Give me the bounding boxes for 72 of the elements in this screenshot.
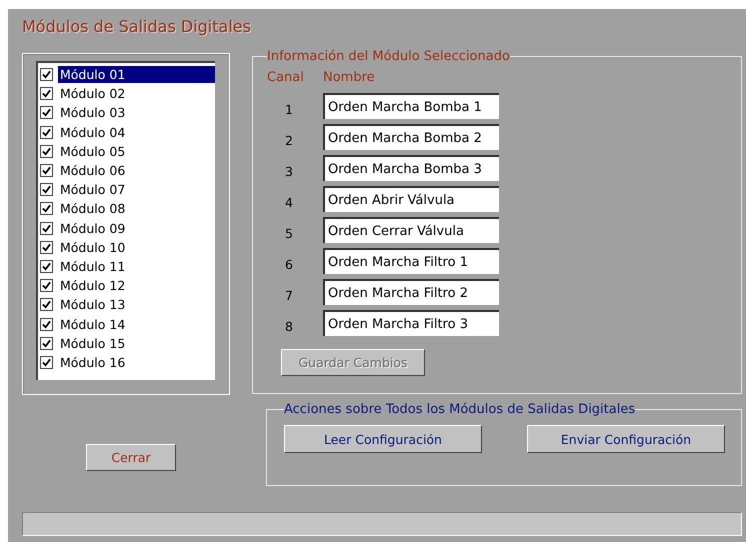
action-button[interactable]: Leer Configuración	[284, 425, 482, 453]
channel-name-field[interactable]: Orden Marcha Bomba 2	[323, 124, 499, 150]
checkbox[interactable]	[40, 144, 53, 158]
module-item[interactable]: Módulo 12	[38, 276, 215, 296]
checkbox[interactable]	[40, 336, 53, 350]
channel-number: 8	[284, 318, 294, 334]
module-label: Módulo 08	[59, 200, 126, 218]
module-item[interactable]: Módulo 11	[38, 256, 215, 276]
checkbox[interactable]	[40, 318, 53, 331]
channel-number: 4	[284, 194, 294, 210]
module-label: Módulo 05	[59, 142, 126, 160]
channel-name-field[interactable]: Orden Marcha Bomba 3	[323, 155, 499, 181]
module-label: Módulo 09	[59, 220, 126, 237]
module-item[interactable]: Módulo 14	[38, 314, 215, 334]
module-item[interactable]: Módulo 03	[38, 103, 215, 123]
column-header: Nombre	[323, 70, 376, 87]
module-label: Módulo 01	[58, 66, 215, 84]
checkbox[interactable]	[40, 68, 53, 82]
module-item[interactable]: Módulo 07	[38, 180, 215, 200]
group-title: Información del Módulo Seleccionado	[267, 49, 510, 64]
module-item[interactable]: Módulo 06	[38, 160, 215, 180]
module-label: Módulo 11	[59, 258, 126, 275]
module-label: Módulo 14	[59, 316, 126, 333]
module-label: Módulo 13	[59, 296, 126, 314]
module-item[interactable]: Módulo 01	[38, 65, 215, 84]
module-label: Módulo 16	[59, 354, 126, 371]
channel-name-field[interactable]: Orden Marcha Filtro 1	[323, 248, 499, 274]
module-label: Módulo 06	[59, 162, 126, 180]
module-label: Módulo 02	[59, 85, 126, 102]
channel-number: 6	[284, 256, 294, 272]
action-button[interactable]: Enviar Configuración	[527, 425, 725, 453]
checkbox[interactable]	[40, 260, 53, 273]
channel-name-field[interactable]: Orden Cerrar Válvula	[323, 217, 499, 243]
module-item[interactable]: Módulo 08	[38, 199, 215, 218]
channel-number: 7	[284, 286, 294, 302]
channel-name-field[interactable]: Orden Marcha Bomba 1	[323, 93, 499, 119]
channel-number: 2	[284, 132, 294, 148]
checkbox[interactable]	[40, 126, 53, 139]
channel-name-field[interactable]: Orden Abrir Válvula	[323, 186, 499, 212]
checkbox[interactable]	[40, 183, 53, 196]
module-item[interactable]: Módulo 15	[38, 334, 215, 353]
group-title: Acciones sobre Todos los Módulos de Salidas Digitales	[284, 402, 636, 417]
checkbox[interactable]	[40, 298, 53, 312]
module-item[interactable]: Módulo 13	[38, 295, 215, 314]
module-item[interactable]: Módulo 05	[38, 142, 215, 161]
module-label: Módulo 12	[59, 277, 126, 294]
module-label: Módulo 10	[59, 238, 126, 256]
channel-number: 5	[284, 224, 294, 240]
window-title: Módulos de Salidas Digitales	[22, 17, 252, 38]
module-item[interactable]: Módulo 04	[38, 122, 215, 142]
module-label: Módulo 03	[59, 104, 126, 122]
module-label: Módulo 04	[59, 124, 126, 141]
checkbox[interactable]	[40, 164, 53, 178]
close-button[interactable]: Cerrar	[86, 444, 176, 471]
module-label: Módulo 07	[59, 181, 126, 198]
checkbox[interactable]	[40, 279, 53, 292]
module-item[interactable]: Módulo 02	[38, 84, 215, 104]
module-item[interactable]: Módulo 10	[38, 238, 215, 257]
module-item[interactable]: Módulo 16	[38, 352, 215, 372]
checkbox[interactable]	[40, 356, 53, 369]
checkbox[interactable]	[40, 106, 53, 120]
module-item[interactable]: Módulo 09	[38, 218, 215, 238]
checkbox[interactable]	[40, 240, 53, 254]
channel-number: 1	[284, 100, 294, 116]
checkbox[interactable]	[40, 202, 53, 216]
channel-number: 3	[284, 162, 294, 178]
column-header: Canal	[267, 70, 305, 87]
channel-name-field[interactable]: Orden Marcha Filtro 2	[323, 279, 499, 305]
checkbox[interactable]	[40, 222, 53, 235]
module-label: Módulo 15	[59, 334, 126, 352]
channel-name-field[interactable]: Orden Marcha Filtro 3	[323, 310, 499, 336]
checkbox[interactable]	[40, 87, 53, 100]
